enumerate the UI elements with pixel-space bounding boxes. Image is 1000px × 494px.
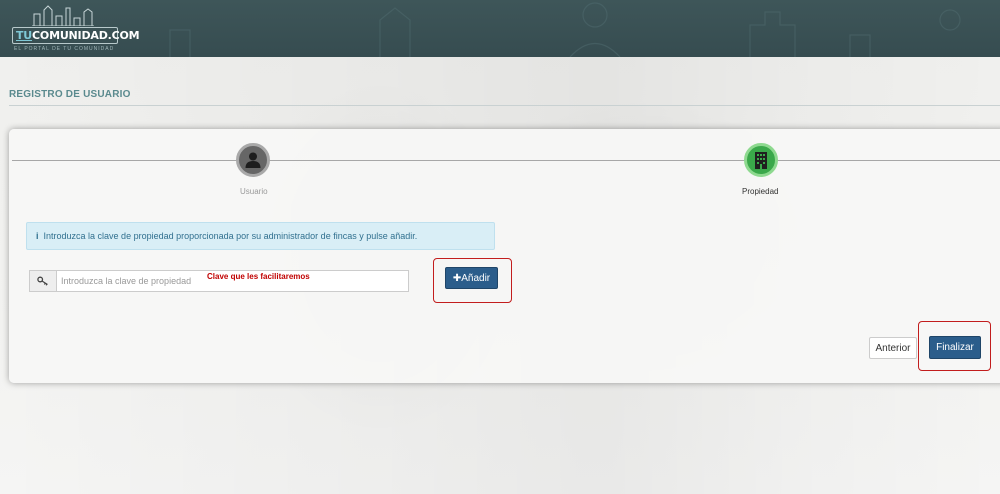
step-usuario-label: Usuario	[240, 187, 268, 196]
wizard-panel	[9, 129, 1000, 383]
title-divider	[9, 105, 1000, 106]
info-text: Introduzca la clave de propiedad proporc…	[43, 231, 418, 241]
step-usuario[interactable]	[236, 143, 270, 177]
info-icon: i	[36, 231, 39, 241]
info-alert: i Introduzca la clave de propiedad propor…	[26, 222, 495, 250]
key-icon	[37, 276, 48, 286]
site-logo[interactable]: TUCOMUNIDAD.COM EL PORTAL DE TU COMUNIDA…	[12, 4, 140, 54]
key-addon	[30, 271, 57, 291]
page-title: REGISTRO DE USUARIO	[9, 89, 131, 100]
logo-wordmark: TUCOMUNIDAD.COM	[12, 27, 140, 44]
previous-button[interactable]: Anterior	[869, 337, 917, 359]
key-annotation: Clave que les facilitaremos	[207, 272, 310, 281]
skyline-icon	[32, 5, 94, 26]
user-icon	[245, 152, 261, 168]
header-decoration	[169, 2, 961, 57]
wizard-progress-line	[12, 160, 1000, 161]
building-icon	[755, 152, 767, 169]
step-propiedad-label: Propiedad	[742, 187, 779, 196]
logo-tagline: EL PORTAL DE TU COMUNIDAD	[14, 46, 115, 52]
step-propiedad[interactable]	[744, 143, 778, 177]
add-button[interactable]: ✚ Añadir	[445, 267, 498, 289]
finish-button[interactable]: Finalizar	[929, 336, 981, 359]
add-button-label: Añadir	[461, 272, 491, 284]
plus-icon: ✚	[452, 272, 462, 284]
site-header: TUCOMUNIDAD.COM EL PORTAL DE TU COMUNIDA…	[0, 0, 1000, 57]
